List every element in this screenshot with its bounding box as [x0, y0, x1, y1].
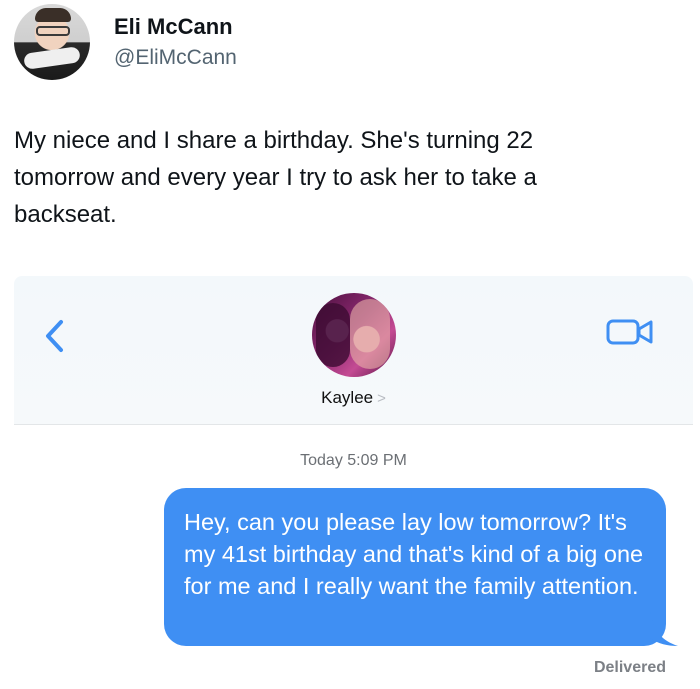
chevron-right-icon: > — [377, 390, 386, 407]
avatar-hair — [35, 8, 71, 22]
message-bubble[interactable]: Hey, can you please lay low tomorrow? It… — [164, 488, 666, 646]
contact-avatar-shape — [316, 303, 350, 367]
contact-avatar[interactable] — [312, 293, 396, 377]
author-handle[interactable]: @EliMcCann — [114, 46, 237, 70]
conversation-header: Kaylee > — [14, 276, 693, 425]
avatar-scarf — [23, 46, 81, 70]
author-avatar[interactable] — [14, 4, 90, 80]
message-timestamp: Today 5:09 PM — [300, 452, 407, 469]
contact-name-button[interactable]: Kaylee > — [14, 388, 693, 408]
chevron-left-icon[interactable] — [42, 316, 66, 356]
tweet-text: My niece and I share a birthday. She's t… — [14, 127, 537, 228]
avatar-glasses — [36, 26, 70, 36]
bubble-tail — [650, 612, 678, 646]
contact-name: Kaylee — [321, 388, 374, 407]
contact-avatar-shape — [350, 299, 390, 369]
author-name[interactable]: Eli McCann — [114, 14, 233, 40]
video-camera-icon[interactable] — [606, 318, 654, 346]
tweet-header: Eli McCann @EliMcCann — [14, 4, 674, 84]
messages-screenshot: Kaylee > Today 5:09 PM Hey, can you pleas… — [14, 276, 693, 689]
delivery-status: Delivered — [593, 659, 666, 676]
